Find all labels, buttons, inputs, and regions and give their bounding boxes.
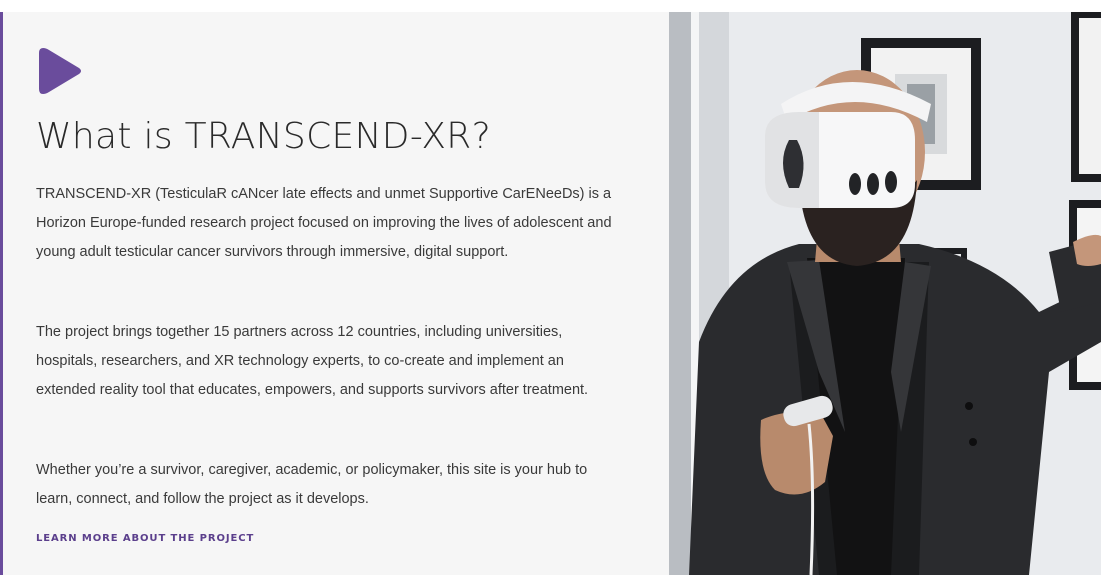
- audience-paragraph: Whether you’re a survivor, caregiver, ac…: [36, 462, 588, 507]
- page: What is TRANSCEND-XR? TRANSCEND-XR (Test…: [0, 0, 1101, 575]
- page-title: What is TRANSCEND-XR?: [36, 116, 491, 157]
- intro-paragraph: TRANSCEND-XR (TesticulaR cANcer late eff…: [36, 186, 612, 260]
- vr-headset-user-illustration: [669, 12, 1101, 575]
- intro-section: What is TRANSCEND-XR? TRANSCEND-XR (Test…: [0, 12, 669, 575]
- hero-photo: [669, 12, 1101, 575]
- learn-more-link[interactable]: LEARN MORE ABOUT THE PROJECT: [36, 533, 254, 544]
- play-icon: [39, 48, 81, 94]
- partners-paragraph: The project brings together 15 partners …: [36, 324, 589, 398]
